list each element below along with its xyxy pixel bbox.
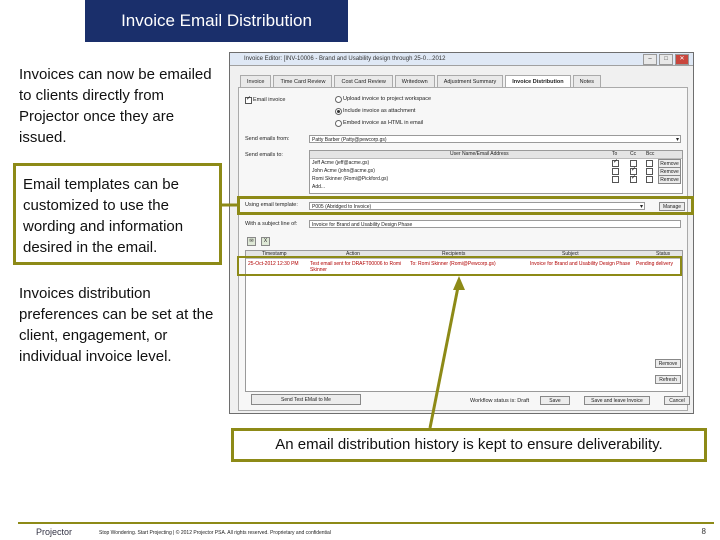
- footer-text: Stop Wondering. Start Projecting | © 201…: [99, 530, 331, 536]
- history-arrow: [428, 281, 461, 429]
- page-number: 8: [701, 527, 706, 536]
- projector-logo: Projector: [36, 527, 73, 537]
- history-caption: An email distribution history is kept to…: [231, 428, 707, 462]
- history-arrow-head: [453, 276, 465, 290]
- footer-divider: [18, 522, 714, 524]
